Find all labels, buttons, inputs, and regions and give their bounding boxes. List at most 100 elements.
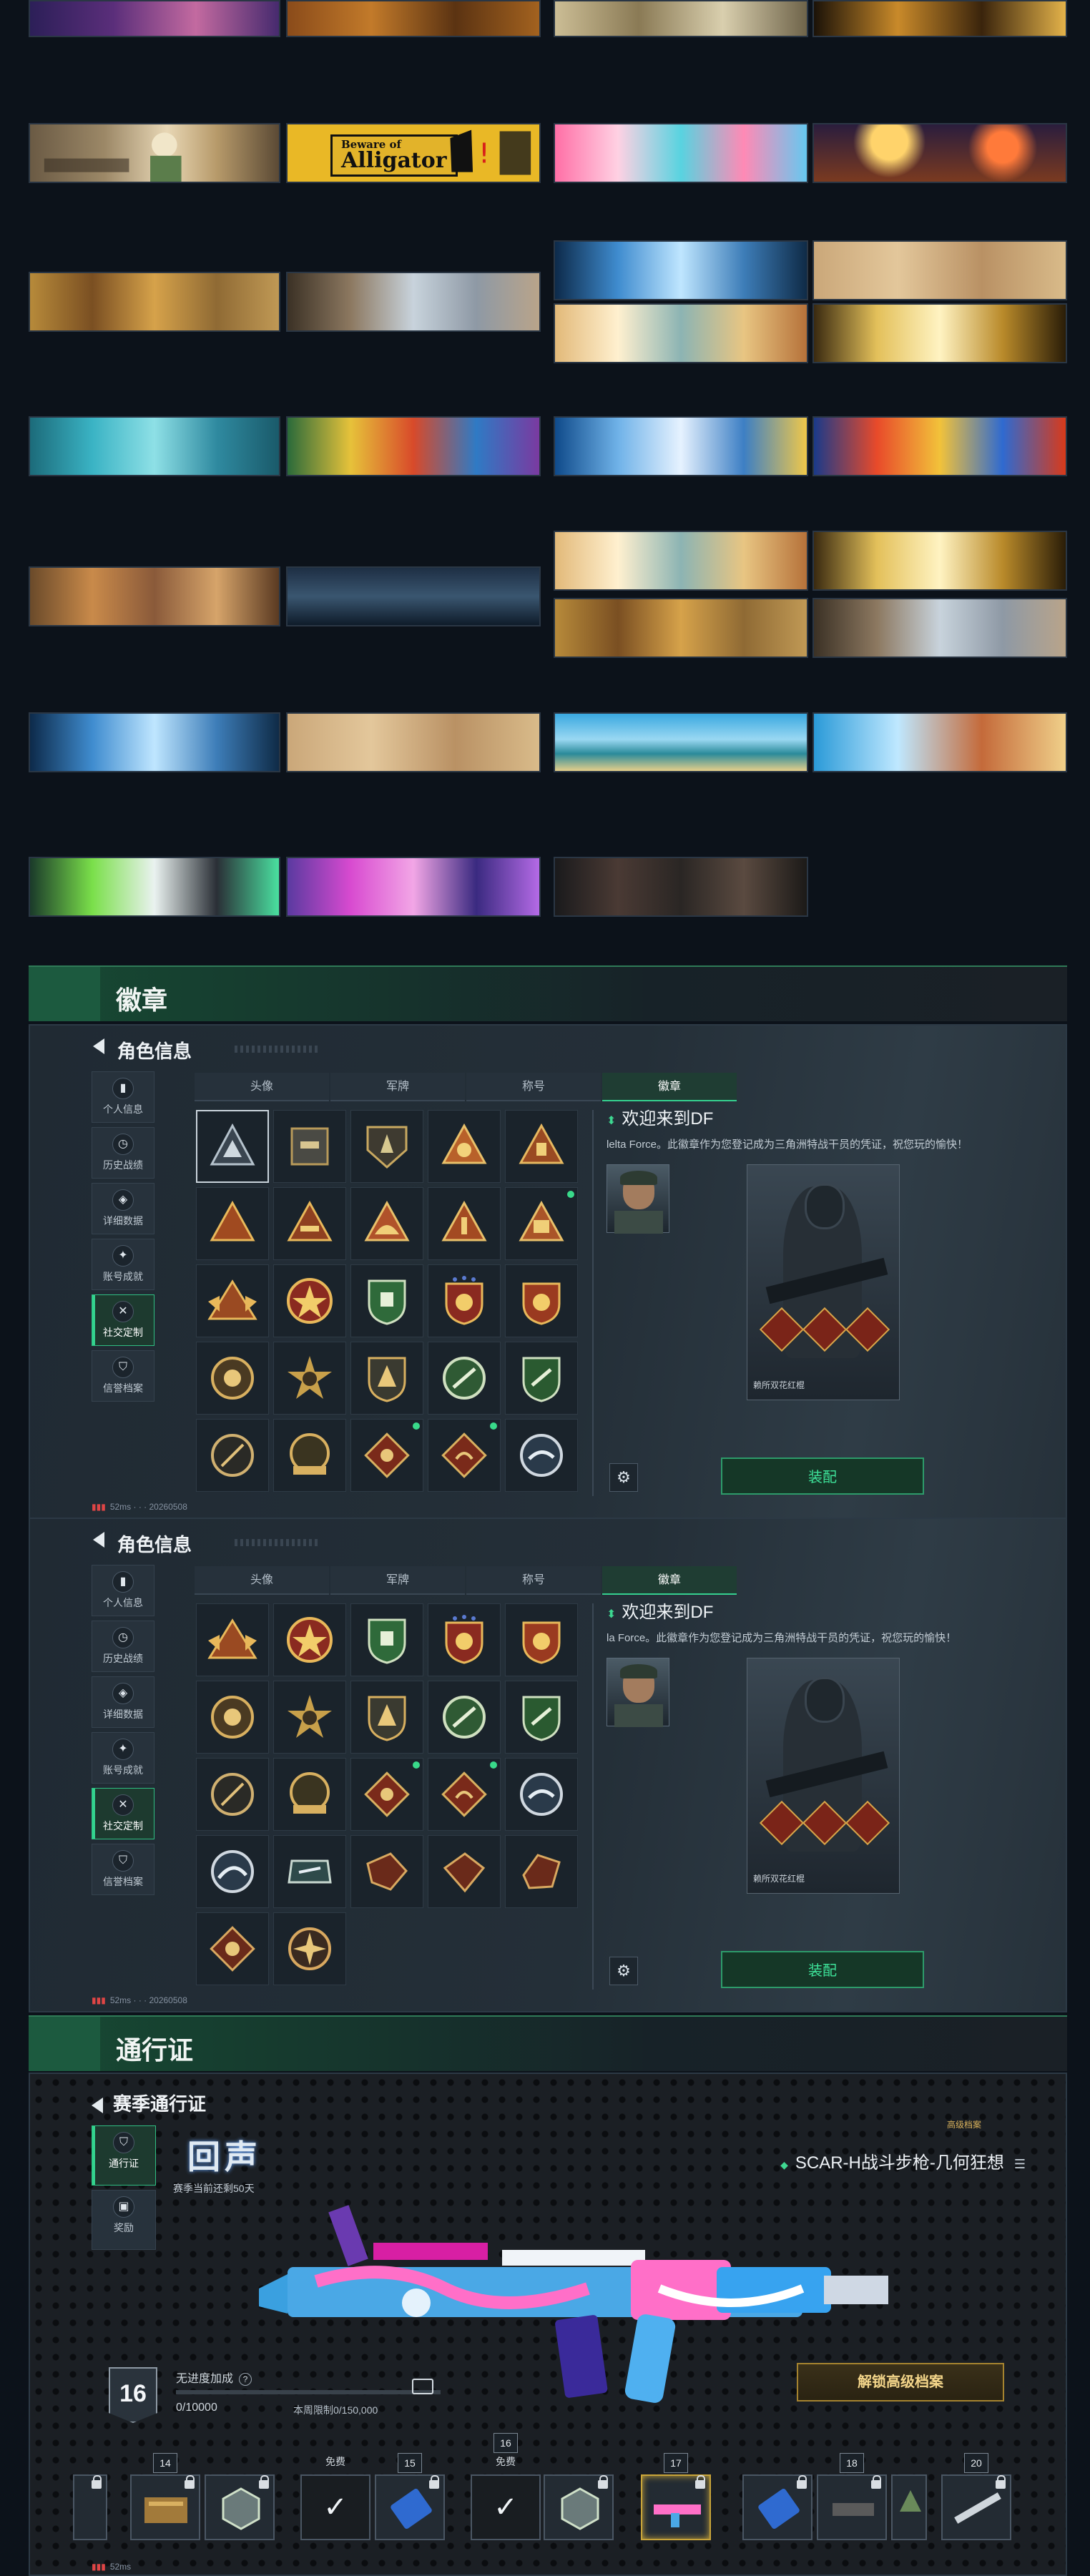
badge-item[interactable] — [196, 1264, 269, 1337]
banner-card[interactable] — [554, 598, 808, 658]
badge-item[interactable] — [273, 1110, 346, 1183]
banner-card[interactable] — [812, 240, 1067, 300]
badge-item[interactable] — [505, 1187, 578, 1260]
banner-card[interactable] — [812, 598, 1067, 658]
banner-card[interactable] — [812, 416, 1067, 476]
reward-slot[interactable]: 14 — [130, 2453, 200, 2540]
settings-gear-icon[interactable]: ⚙ — [609, 1957, 638, 1985]
reward-slot[interactable]: 17 — [641, 2453, 711, 2540]
sidebar-item-pass[interactable]: ⛉ 通行证 — [92, 2125, 156, 2186]
badge-item[interactable] — [196, 1187, 269, 1260]
list-icon[interactable]: ☰ — [1014, 2157, 1026, 2171]
tab-title[interactable]: 称号 — [466, 1566, 601, 1595]
unlock-premium-button[interactable]: 解锁高级档案 — [797, 2363, 1004, 2402]
pass-header[interactable]: 赛季通行证 — [92, 2090, 206, 2116]
equip-button[interactable]: 装配 — [721, 1457, 924, 1495]
sidebar-item-history[interactable]: ◷ 历史战绩 — [92, 1621, 154, 1672]
reward-slot[interactable] — [73, 2474, 107, 2540]
tab-dogtag[interactable]: 军牌 — [330, 1566, 465, 1595]
banner-card[interactable] — [554, 240, 808, 300]
badge-item[interactable] — [505, 1835, 578, 1908]
banner-card[interactable] — [554, 416, 808, 476]
badge-item[interactable] — [505, 1681, 578, 1754]
badge-item[interactable] — [350, 1187, 423, 1260]
badge-item[interactable] — [273, 1758, 346, 1831]
badge-item[interactable] — [428, 1681, 501, 1754]
banner-card[interactable] — [286, 857, 541, 917]
reward-slot[interactable]: 20 — [941, 2453, 1011, 2540]
badge-item[interactable] — [505, 1758, 578, 1831]
sidebar-item-achievements[interactable]: ✦ 账号成就 — [92, 1239, 154, 1290]
badge-item[interactable] — [196, 1110, 269, 1183]
sidebar-item-reputation[interactable]: ⛉ 信誉档案 — [92, 1844, 154, 1895]
tab-avatar[interactable]: 头像 — [195, 1073, 329, 1101]
banner-card[interactable] — [29, 416, 280, 476]
badge-item[interactable] — [273, 1835, 346, 1908]
tab-badge[interactable]: 徽章 — [602, 1073, 737, 1101]
banner-card[interactable]: Beware of Alligator ! — [286, 123, 541, 183]
sidebar-item-rewards[interactable]: ▣ 奖励 — [92, 2190, 156, 2250]
tab-title[interactable]: 称号 — [466, 1073, 601, 1101]
banner-card[interactable] — [812, 303, 1067, 363]
reward-slot[interactable]: 免费 ✓ — [300, 2456, 370, 2540]
badge-item[interactable] — [273, 1342, 346, 1415]
badge-item[interactable] — [196, 1835, 269, 1908]
banner-card[interactable] — [286, 416, 541, 476]
badge-item[interactable] — [505, 1419, 578, 1492]
sidebar-item-achievements[interactable]: ✦ 账号成就 — [92, 1732, 154, 1784]
banner-card[interactable] — [29, 857, 280, 917]
sidebar-item-profile[interactable]: ▮ 个人信息 — [92, 1565, 154, 1616]
banner-card[interactable] — [29, 712, 280, 772]
banner-card[interactable] — [554, 857, 808, 917]
badge-item[interactable] — [505, 1603, 578, 1676]
sidebar-item-social[interactable]: ✕ 社交定制 — [92, 1294, 154, 1346]
banner-card[interactable] — [286, 566, 541, 626]
badge-item[interactable] — [196, 1419, 269, 1492]
banner-card[interactable] — [554, 0, 808, 37]
settings-gear-icon[interactable]: ⚙ — [609, 1463, 638, 1492]
banner-card[interactable] — [554, 531, 808, 591]
banner-card[interactable] — [554, 303, 808, 363]
badge-item[interactable] — [428, 1603, 501, 1676]
badge-item[interactable] — [350, 1603, 423, 1676]
sidebar-item-social[interactable]: ✕ 社交定制 — [92, 1788, 154, 1839]
badge-item[interactable] — [505, 1110, 578, 1183]
badge-item[interactable] — [273, 1603, 346, 1676]
card-icon[interactable] — [412, 2379, 433, 2394]
badge-item[interactable] — [273, 1264, 346, 1337]
banner-card[interactable] — [554, 123, 808, 183]
sidebar-item-reputation[interactable]: ⛉ 信誉档案 — [92, 1350, 154, 1402]
badge-item[interactable] — [350, 1681, 423, 1754]
banner-card[interactable] — [812, 0, 1067, 37]
banner-card[interactable] — [286, 0, 541, 37]
badge-item[interactable] — [505, 1342, 578, 1415]
banner-card[interactable] — [812, 531, 1067, 591]
banner-card[interactable] — [286, 272, 541, 332]
banner-card[interactable] — [29, 272, 280, 332]
sidebar-item-data[interactable]: ◈ 详细数据 — [92, 1676, 154, 1728]
badge-item[interactable] — [350, 1264, 423, 1337]
badge-item[interactable] — [428, 1187, 501, 1260]
banner-card[interactable] — [554, 712, 808, 772]
badge-item[interactable] — [196, 1758, 269, 1831]
sidebar-item-data[interactable]: ◈ 详细数据 — [92, 1183, 154, 1234]
badge-item[interactable] — [196, 1912, 269, 1985]
badge-item[interactable] — [428, 1342, 501, 1415]
tab-badge[interactable]: 徽章 — [602, 1566, 737, 1595]
badge-item[interactable] — [273, 1419, 346, 1492]
banner-card[interactable] — [29, 123, 280, 183]
badge-item[interactable] — [428, 1264, 501, 1337]
weapon-title[interactable]: ◆ SCAR-H战斗步枪-几何狂想 ☰ — [780, 2148, 1026, 2173]
banner-card[interactable] — [812, 712, 1067, 772]
banner-card[interactable] — [286, 712, 541, 772]
reward-slot[interactable]: 15 — [375, 2453, 445, 2540]
badge-item[interactable] — [428, 1835, 501, 1908]
sidebar-item-profile[interactable]: ▮ 个人信息 — [92, 1071, 154, 1123]
reward-slot[interactable] — [742, 2474, 812, 2540]
reward-slot[interactable] — [544, 2474, 614, 2540]
badge-item[interactable] — [196, 1603, 269, 1676]
badge-item[interactable] — [350, 1835, 423, 1908]
banner-card[interactable] — [29, 0, 280, 37]
badge-item[interactable] — [428, 1758, 501, 1831]
help-icon[interactable]: ? — [239, 2373, 252, 2386]
